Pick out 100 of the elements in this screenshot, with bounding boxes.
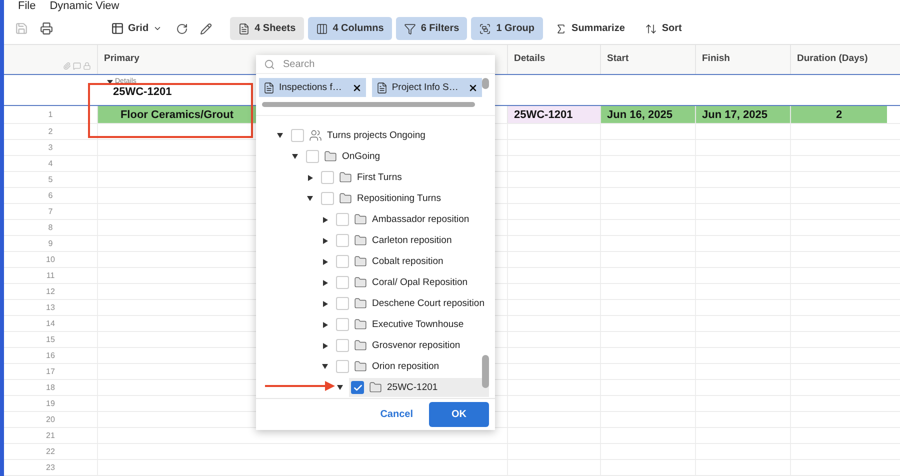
scrollbar-thumb[interactable] [482, 78, 489, 89]
checkbox[interactable] [336, 234, 349, 248]
row-number: 19 [45, 398, 56, 410]
checkbox[interactable] [336, 297, 349, 310]
checkbox[interactable] [336, 318, 349, 332]
sigma-icon [554, 22, 567, 35]
row-number: 22 [45, 446, 56, 458]
ok-button[interactable]: OK [429, 402, 489, 428]
tree-item[interactable]: Executive Townhouse [334, 315, 468, 334]
attachment-icon [63, 62, 71, 70]
table-cell: Jun 16, 2025 [600, 106, 695, 123]
folder-icon [369, 381, 382, 394]
checkbox[interactable] [291, 129, 304, 142]
collapsed-caret-icon[interactable] [321, 322, 329, 328]
row-number: 6 [47, 190, 54, 202]
checkbox[interactable] [306, 150, 319, 164]
checkbox[interactable] [321, 192, 334, 206]
column-header[interactable]: Duration (Days) [790, 45, 887, 74]
tree-item[interactable]: Orion reposition [334, 357, 444, 376]
collapsed-caret-icon[interactable] [321, 300, 329, 307]
cancel-button[interactable]: Cancel [372, 402, 421, 428]
tree-item-label: Deschene Court reposition [372, 298, 484, 310]
row-number: 16 [45, 350, 56, 362]
expanded-caret-icon[interactable] [291, 154, 299, 160]
expanded-caret-icon[interactable] [276, 133, 284, 138]
sheet-chip[interactable]: Project Info S… [372, 78, 482, 97]
scrollbar-thumb[interactable] [482, 355, 489, 388]
collapsed-caret-icon[interactable] [306, 174, 314, 181]
checkbox[interactable] [336, 339, 349, 352]
checkbox[interactable] [336, 276, 349, 290]
row-number: 17 [45, 366, 56, 378]
table-cell: 2 [790, 106, 887, 123]
row-number: 18 [45, 382, 56, 394]
tree-item-label: Grosvenor reposition [372, 340, 460, 352]
sheet-chip[interactable]: Inspections f… [259, 78, 366, 97]
toolbar-button[interactable]: Summarize [546, 17, 633, 40]
checkbox[interactable] [351, 381, 364, 394]
scrollbar-thumb[interactable] [262, 102, 475, 108]
menu-item[interactable]: File [18, 0, 36, 12]
comment-icon [73, 62, 81, 70]
folder-icon [354, 360, 367, 374]
expanded-caret-icon[interactable] [321, 364, 329, 370]
row-number: 23 [45, 462, 56, 474]
folder-icon [339, 171, 352, 184]
collapsed-caret-icon[interactable] [321, 238, 329, 244]
expanded-caret-icon[interactable] [306, 196, 314, 202]
tree-item[interactable]: Ambassador reposition [334, 210, 474, 230]
tree-item[interactable]: Turns projects Ongoing [289, 126, 430, 146]
tree-item-label: 25WC-1201 [387, 382, 438, 394]
toolbar-button[interactable]: 6 Filters [396, 17, 468, 40]
tree-item[interactable]: 25WC-1201 [349, 378, 489, 398]
sort-icon [644, 22, 657, 35]
chip-label: Inspections f… [279, 82, 342, 93]
columns-icon [316, 22, 328, 35]
row-number: 2 [47, 126, 54, 138]
toolbar-button[interactable]: 4 Columns [308, 17, 392, 40]
chip-label: Project Info S… [392, 82, 458, 93]
tree-item[interactable]: Deschene Court reposition [334, 294, 488, 314]
toolbar-button[interactable]: 4 Sheets [230, 17, 304, 40]
row-number: 21 [45, 430, 56, 442]
tree-item[interactable]: Carleton reposition [334, 231, 456, 250]
row-number: 13 [45, 302, 56, 314]
checkbox[interactable] [336, 360, 349, 374]
collapsed-caret-icon[interactable] [321, 280, 329, 286]
tree-item[interactable]: Grosvenor reposition [334, 336, 464, 356]
folder-icon [324, 150, 337, 164]
menu-item[interactable]: Dynamic View [50, 0, 120, 12]
folder-icon [354, 297, 367, 310]
row-number: 5 [47, 174, 54, 186]
tree-item[interactable]: Coral/ Opal Reposition [334, 273, 472, 292]
tree-item[interactable]: Cobalt reposition [334, 252, 448, 272]
folder-icon [339, 192, 352, 206]
checkbox[interactable] [321, 171, 334, 184]
view-dropdown[interactable]: Grid [105, 20, 168, 38]
tree-item[interactable]: First Turns [319, 168, 406, 188]
tree-item-label: Ambassador reposition [372, 214, 470, 226]
table-cell: Jun 17, 2025 [695, 106, 790, 123]
row-number: 1 [47, 109, 54, 121]
checkbox[interactable] [336, 213, 349, 226]
tree-item-label: Coral/ Opal Reposition [372, 277, 468, 288]
column-header[interactable]: Details [507, 45, 600, 74]
folder-icon [354, 276, 367, 290]
tree-item[interactable]: OnGoing [304, 147, 384, 166]
toolbar-button[interactable]: 1 Group [471, 17, 543, 40]
group-icon [479, 22, 492, 35]
checkbox[interactable] [336, 255, 349, 268]
column-header[interactable]: Start [600, 45, 695, 74]
tree-item[interactable]: Repositioning Turns [319, 189, 445, 208]
column-header[interactable]: Finish [695, 45, 790, 74]
row-number: 9 [47, 238, 54, 250]
tree-item-label: First Turns [357, 172, 402, 184]
collapsed-caret-icon[interactable] [321, 258, 329, 265]
collapsed-caret-icon[interactable] [321, 216, 329, 223]
row-number: 14 [45, 318, 56, 330]
search-field[interactable]: Search [281, 58, 487, 70]
toolbar-button[interactable]: Sort [636, 17, 690, 40]
tree-item-label: Executive Townhouse [372, 319, 464, 330]
collapsed-caret-icon[interactable] [321, 342, 329, 349]
caret-icon[interactable] [107, 80, 113, 84]
tree-item-label: OnGoing [342, 151, 380, 162]
